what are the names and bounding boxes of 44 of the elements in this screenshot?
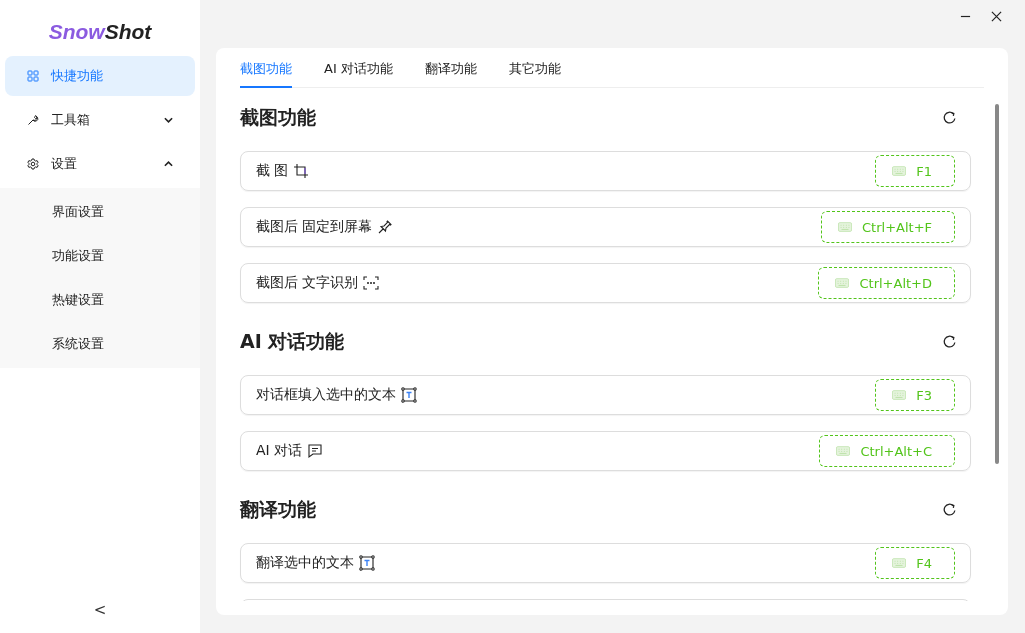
keyboard-icon — [835, 278, 850, 288]
row-label: 截图后 固定到屏幕 — [256, 218, 373, 236]
sidebar-item[interactable]: 设置 — [5, 144, 195, 184]
tab[interactable]: 其它功能 — [508, 48, 561, 88]
text-select-icon — [401, 387, 417, 403]
row-label: 截 图 — [256, 162, 289, 180]
ocr-scan-icon — [363, 275, 380, 291]
sidebar-subitem[interactable]: 界面设置 — [0, 190, 200, 234]
crop-icon — [293, 163, 310, 179]
row-label: 截图后 文字识别 — [256, 274, 359, 292]
sidebar-item[interactable]: 工具箱 — [5, 100, 195, 140]
keyboard-icon — [892, 166, 907, 176]
chevron-down-icon — [164, 117, 173, 123]
keyboard-icon — [892, 390, 907, 400]
app-logo: SnowShot — [48, 20, 152, 44]
pin-icon — [377, 219, 394, 235]
collapse-button[interactable]: < — [87, 599, 113, 621]
scrollbar[interactable] — [995, 104, 999, 464]
row-label: 对话框填入选中的文本 — [256, 386, 396, 404]
row-label: AI 对话 — [256, 442, 303, 460]
reset-icon[interactable] — [942, 334, 957, 350]
reset-icon[interactable] — [942, 110, 957, 126]
text-select-icon — [359, 555, 375, 571]
keyboard-icon — [836, 446, 851, 456]
settings-icon — [27, 158, 39, 170]
row-label: 翻译选中的文本 — [256, 554, 354, 572]
keyboard-icon — [892, 558, 907, 568]
chat-icon — [307, 443, 324, 459]
grid-icon — [27, 70, 39, 82]
section-title: 截图功能 — [240, 105, 316, 130]
wrench-icon — [27, 114, 39, 126]
tab[interactable]: 截图功能 — [240, 48, 292, 88]
section-title: 翻译功能 — [240, 497, 316, 522]
close-icon[interactable] — [991, 10, 1002, 22]
sidebar-subitem[interactable]: 系统设置 — [0, 322, 200, 366]
reset-icon[interactable] — [942, 502, 957, 518]
tab[interactable]: AI 对话功能 — [324, 48, 393, 88]
tab[interactable]: 翻译功能 — [424, 48, 477, 88]
sidebar-item[interactable]: 快捷功能 — [5, 56, 195, 96]
keyboard-icon — [838, 222, 852, 232]
sidebar-subitem[interactable]: 热键设置 — [0, 278, 200, 322]
chevron-up-icon — [164, 161, 173, 167]
sidebar-subitem[interactable]: 功能设置 — [0, 234, 200, 278]
section-title: AI 对话功能 — [240, 329, 345, 354]
